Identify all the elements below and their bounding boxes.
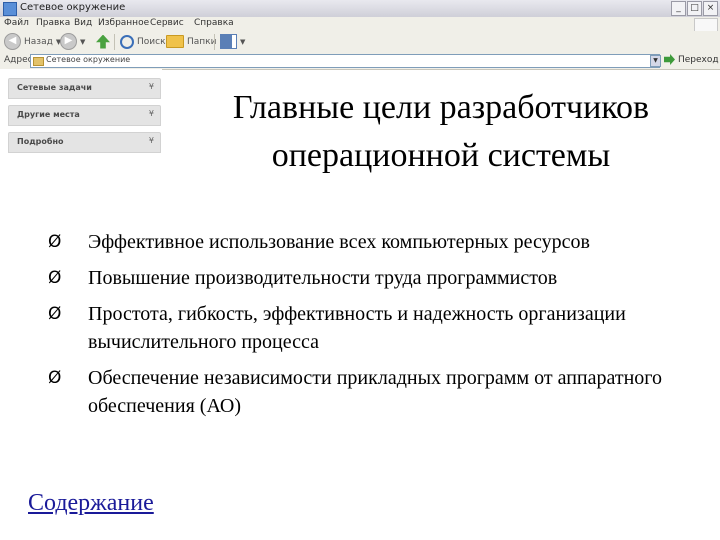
window-title-bar: Сетевое окружение _ □ ×	[0, 0, 720, 18]
goals-list: Ø Эффективное использование всех компьют…	[48, 228, 708, 428]
toolbar: ◀ Назад ▼ ▶ ▼ Поиск Папки ▼	[0, 31, 720, 54]
search-button[interactable]: Поиск	[120, 33, 166, 50]
list-item: Ø Простота, гибкость, эффективность и на…	[48, 300, 708, 356]
menu-edit[interactable]: Правка	[36, 18, 70, 28]
search-icon	[120, 34, 134, 49]
back-button[interactable]: ◀ Назад ▼	[4, 33, 61, 50]
slide-title-line-2: операционной системы	[271, 137, 611, 174]
address-value: Сетевое окружение	[46, 55, 131, 64]
arrow-bullet-icon: Ø	[48, 368, 62, 388]
back-arrow-icon: ◀	[4, 33, 21, 50]
forward-button[interactable]: ▶ ▼	[60, 33, 85, 50]
list-item-text: Эффективное использование всех компьютер…	[88, 231, 590, 253]
panel-details[interactable]: Подробно ¥	[8, 132, 161, 153]
search-label: Поиск	[137, 36, 166, 47]
menu-help[interactable]: Справка	[194, 18, 234, 28]
task-pane: Сетевые задачи ¥ Другие места ¥ Подробно…	[0, 69, 162, 166]
list-item-text: Обеспечение независимости прикладных про…	[88, 367, 662, 417]
views-button[interactable]: ▼	[220, 33, 245, 50]
panel-title: Сетевые задачи	[17, 83, 92, 92]
views-dropdown-icon[interactable]: ▼	[240, 38, 245, 46]
address-field[interactable]: Сетевое окружение	[30, 54, 660, 68]
maximize-button[interactable]: □	[687, 1, 702, 16]
list-item: Ø Эффективное использование всех компьют…	[48, 228, 708, 256]
forward-arrow-icon: ▶	[60, 33, 77, 50]
list-item: Ø Повышение производительности труда про…	[48, 264, 708, 292]
go-button[interactable]: Переход	[664, 54, 719, 65]
menu-favorites[interactable]: Избранное	[98, 18, 149, 28]
folders-button[interactable]: Папки	[166, 33, 216, 50]
minimize-button[interactable]: _	[671, 1, 686, 16]
panel-title: Другие места	[17, 110, 80, 119]
network-folder-icon	[33, 57, 44, 66]
slide-title: Главные цели разработчиков операционной …	[162, 84, 720, 180]
forward-dropdown-icon[interactable]: ▼	[80, 38, 85, 46]
toolbar-separator	[214, 34, 215, 50]
panel-other-places[interactable]: Другие места ¥	[8, 105, 161, 126]
contents-link[interactable]: Содержание	[28, 490, 154, 517]
back-label: Назад	[24, 36, 53, 47]
window-title: Сетевое окружение	[20, 2, 126, 13]
panel-title: Подробно	[17, 137, 64, 146]
address-dropdown-icon[interactable]: ▼	[650, 55, 661, 67]
list-item-text: Простота, гибкость, эффективность и наде…	[88, 303, 626, 353]
list-item-text: Повышение производительности труда прогр…	[88, 267, 558, 289]
arrow-bullet-icon: Ø	[48, 268, 62, 288]
close-button[interactable]: ×	[703, 1, 718, 16]
toolbar-separator	[114, 34, 115, 50]
go-label: Переход	[678, 54, 719, 65]
views-icon	[220, 34, 237, 49]
up-folder-icon	[96, 34, 110, 49]
menu-bar: Файл Правка Вид Избранное Сервис Справка	[0, 17, 720, 32]
slide-title-line-1: Главные цели разработчиков	[232, 89, 650, 126]
chevron-down-icon[interactable]: ¥	[149, 109, 154, 118]
arrow-bullet-icon: Ø	[48, 304, 62, 324]
address-bar: Адрес: Сетевое окружение ▼ Переход	[0, 53, 720, 70]
go-arrow-icon	[664, 54, 675, 65]
chevron-down-icon[interactable]: ¥	[149, 136, 154, 145]
network-places-icon	[3, 2, 17, 16]
menu-view[interactable]: Вид	[74, 18, 92, 28]
windows-logo-icon	[694, 18, 718, 32]
menu-file[interactable]: Файл	[4, 18, 29, 28]
up-button[interactable]	[96, 33, 110, 50]
folders-label: Папки	[187, 36, 217, 47]
panel-network-tasks[interactable]: Сетевые задачи ¥	[8, 78, 161, 99]
folder-icon	[166, 35, 184, 48]
menu-tools[interactable]: Сервис	[150, 18, 184, 28]
chevron-down-icon[interactable]: ¥	[149, 82, 154, 91]
list-item: Ø Обеспечение независимости прикладных п…	[48, 364, 708, 420]
arrow-bullet-icon: Ø	[48, 232, 62, 252]
